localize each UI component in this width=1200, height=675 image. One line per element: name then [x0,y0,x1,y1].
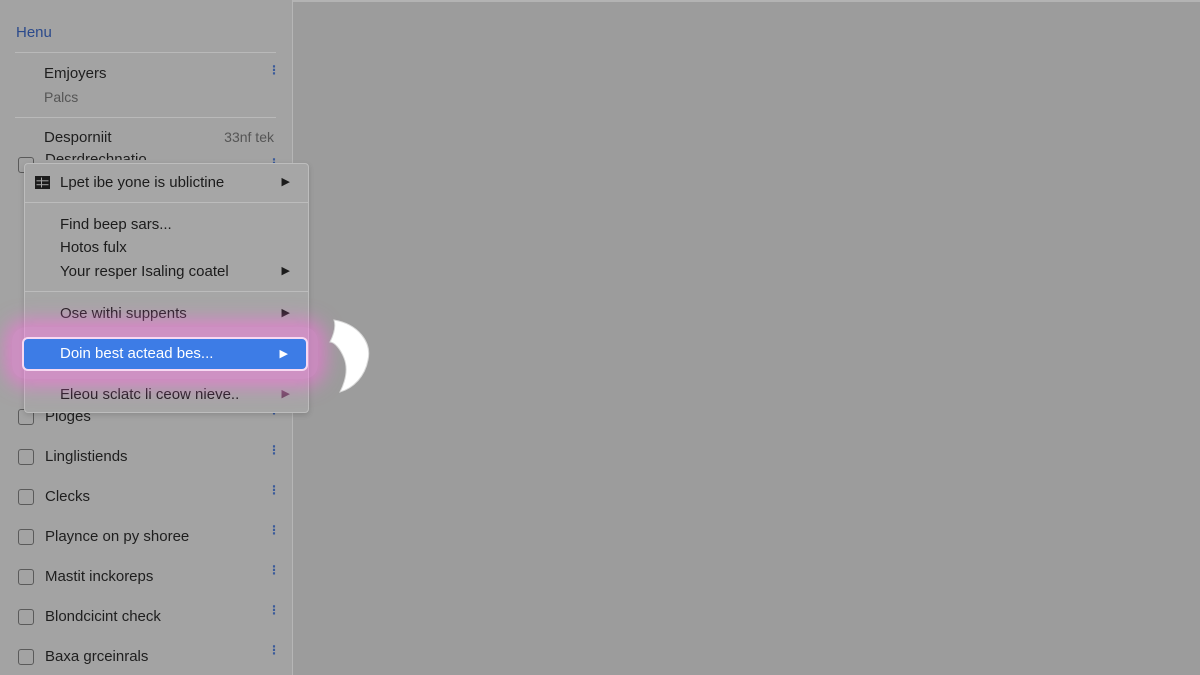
list-item[interactable]: Mastit inckoreps ⋮ [0,563,292,593]
list-item-checkbox[interactable] [18,569,34,585]
menu-item[interactable]: Your resper Isaling coatel ▶ [25,260,308,282]
more-options-icon[interactable]: ⋮ [268,604,280,616]
list-item[interactable]: Baxa grceinrals ⋮ [0,643,292,673]
more-options-icon[interactable]: ⋮ [268,444,280,456]
menu-item-label: Doin best actead bes... [60,345,214,362]
menu-item-label: Lpet ibe yone is ublictine [60,174,225,191]
menu-item[interactable]: Hotos fulx [25,236,308,258]
menu-item[interactable]: Lpet ibe yone is ublictine ▶ [25,171,308,193]
pointer-cursor-icon [329,319,370,393]
menu-divider [25,202,308,203]
menu-item[interactable]: Ose withi suppents ▶ [25,302,308,324]
list-item[interactable]: Linglistiends ⋮ [0,443,292,473]
menu-item[interactable]: Find beep sars... [25,213,308,235]
submenu-arrow-icon: ▶ [281,176,290,188]
menu-item-label: Find beep sars... [60,216,172,233]
list-item[interactable]: Playnce on py shoree ⋮ [0,523,292,553]
submenu-arrow-icon: ▶ [281,265,290,277]
menu-item-label: Ose withi suppents [60,305,187,322]
list-item-label: Baxa grceinrals [45,648,149,665]
list-item-label: Playnce on py shoree [45,528,190,545]
list-item-checkbox[interactable] [18,529,34,545]
more-options-icon[interactable]: ⋮ [268,524,280,536]
more-options-icon[interactable]: ⋮ [268,644,280,656]
menu-item[interactable]: Eleou sclatc li ceow nieve.. ▶ [25,383,308,405]
section-employers-title[interactable]: Emjoyers [44,65,107,82]
list-item[interactable]: Blondcicint check ⋮ [0,603,292,633]
list-item-checkbox[interactable] [18,449,34,465]
menu-divider [25,291,308,292]
list-item-checkbox[interactable] [18,609,34,625]
menu-item-label: Your resper Isaling coatel [60,263,229,280]
divider [15,117,276,118]
table-grid-icon [35,176,50,189]
sidebar-title: Henu [16,24,52,41]
menu-item-label: Eleou sclatc li ceow nieve.. [60,386,240,403]
more-options-icon[interactable]: ⋮ [268,64,280,76]
main-content-area [293,0,1200,675]
section-deposit-meta: 33nf tek [224,129,274,145]
menu-item-highlighted[interactable]: Doin best actead bes... ▶ [24,339,306,369]
submenu-arrow-icon: ▶ [281,388,290,400]
list-item-label: Linglistiends [45,448,128,465]
list-item-checkbox[interactable] [18,649,34,665]
submenu-arrow-icon: ▶ [279,348,288,360]
section-employers-subtitle: Palcs [44,89,79,105]
list-item-label: Clecks [45,488,91,505]
list-item-label: Mastit inckoreps [45,568,154,585]
list-item-checkbox[interactable] [18,489,34,505]
submenu-arrow-icon: ▶ [281,307,290,319]
section-deposit-title[interactable]: Desporniit [44,129,112,146]
divider [15,52,276,53]
more-options-icon[interactable]: ⋮ [268,484,280,496]
list-item[interactable]: Clecks ⋮ [0,483,292,513]
more-options-icon[interactable]: ⋮ [268,564,280,576]
list-item-label: Blondcicint check [45,608,161,625]
menu-item-label: Hotos fulx [60,239,127,256]
